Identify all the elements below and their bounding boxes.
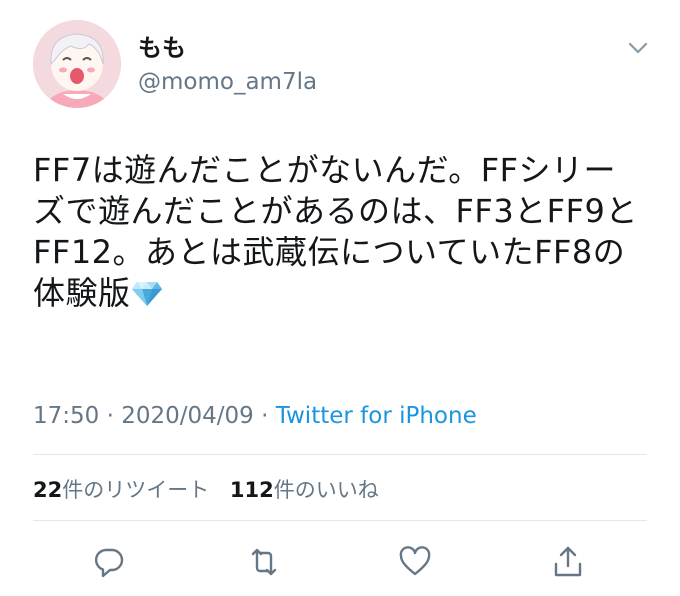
meta-separator: ·: [99, 403, 122, 429]
avatar[interactable]: [33, 20, 121, 108]
reply-icon[interactable]: [91, 544, 127, 580]
display-name[interactable]: もも: [138, 34, 186, 62]
meta-separator: ·: [253, 403, 276, 429]
heart-icon[interactable]: [397, 544, 433, 580]
action-bar: [0, 540, 680, 584]
tweet-text: FF7は遊んだことがないんだ。FFシリーズで遊んだことがあるのは、FF3とFF9…: [33, 150, 643, 314]
divider: [33, 454, 647, 455]
tweet-date[interactable]: 2020/04/09: [121, 403, 254, 429]
share-icon[interactable]: [550, 544, 586, 580]
likes-count: 112: [229, 478, 274, 502]
tweet-source-link[interactable]: Twitter for iPhone: [276, 403, 477, 429]
avatar-illustration: [33, 20, 121, 108]
tweet-meta: 17:50 · 2020/04/09 · Twitter for iPhone: [33, 402, 477, 430]
tweet-stats: 22件のリツイート 112件のいいね: [33, 476, 393, 504]
retweets-count: 22: [33, 478, 63, 502]
gem-stone-icon: [131, 277, 163, 307]
user-handle[interactable]: @momo_am7la: [138, 68, 317, 96]
likes-stat[interactable]: 112件のいいね: [230, 478, 379, 502]
tweet-text-content: FF7は遊んだことがないんだ。FFシリーズで遊んだことがあるのは、FF3とFF9…: [33, 151, 638, 312]
likes-label: 件のいいね: [273, 478, 379, 502]
tweet-time[interactable]: 17:50: [33, 403, 99, 429]
retweets-label: 件のリツイート: [62, 478, 210, 502]
retweets-stat[interactable]: 22件のリツイート: [33, 478, 209, 502]
retweet-icon[interactable]: [246, 544, 282, 580]
divider: [33, 520, 647, 521]
chevron-down-icon[interactable]: [624, 38, 652, 58]
